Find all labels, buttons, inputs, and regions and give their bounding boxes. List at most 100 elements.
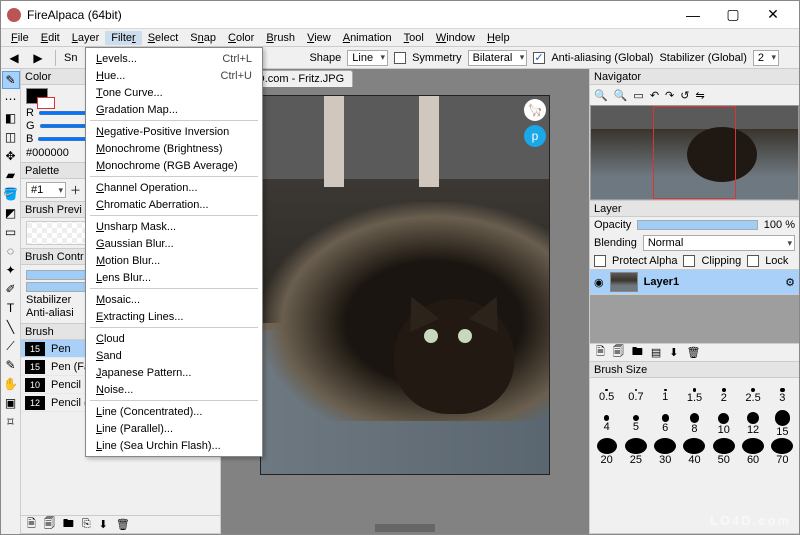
menu-snap[interactable]: Snap (184, 31, 222, 45)
menu-help[interactable]: Help (481, 31, 516, 45)
brush-size-cell[interactable]: 6 (651, 410, 680, 438)
filter-menu-item[interactable]: Chromatic Aberration... (86, 196, 262, 213)
brush-dup-icon[interactable]: 🗐 (44, 515, 55, 534)
hand-tool-icon[interactable]: ✋ (2, 375, 20, 393)
close-button[interactable]: ✕ (753, 1, 793, 29)
menu-window[interactable]: Window (430, 31, 481, 45)
menu-filter[interactable]: Filter (105, 31, 141, 45)
menu-view[interactable]: View (301, 31, 337, 45)
layer-delete-icon[interactable]: 🗑 (686, 346, 700, 359)
clipping-checkbox[interactable] (683, 255, 695, 267)
filter-menu-item[interactable]: Unsharp Mask... (86, 218, 262, 235)
brush-size-cell[interactable]: 0.5 (592, 382, 621, 410)
brush-new-icon[interactable]: 🗎 (27, 515, 36, 534)
menu-tool[interactable]: Tool (398, 31, 430, 45)
minimize-button[interactable]: — (673, 1, 713, 29)
menu-select[interactable]: Select (142, 31, 185, 45)
filter-menu-item[interactable]: Line (Concentrated)... (86, 403, 262, 420)
layer-visible-icon[interactable]: ◉ (594, 276, 604, 289)
blending-dropdown[interactable]: Normal (643, 235, 795, 251)
rotate-r-icon[interactable]: ↷ (665, 89, 674, 102)
filter-menu-item[interactable]: Channel Operation... (86, 179, 262, 196)
filter-menu-item[interactable]: Motion Blur... (86, 252, 262, 269)
maximize-button[interactable]: ▢ (713, 1, 753, 29)
brush-size-cell[interactable]: 10 (709, 410, 738, 438)
palette-select[interactable]: #1 (26, 182, 66, 198)
select-rect-tool-icon[interactable]: ▭ (2, 223, 20, 241)
brush-size-cell[interactable]: 20 (592, 438, 621, 466)
opacity-slider[interactable] (637, 220, 758, 230)
filter-menu-item[interactable]: Monochrome (Brightness) (86, 140, 262, 157)
gradient-tool-icon[interactable]: ◩ (2, 204, 20, 222)
layer-new-icon[interactable]: 🗎 (596, 343, 605, 362)
zoom-out-icon[interactable]: 🔍 (614, 89, 628, 102)
wand-tool-icon[interactable]: ✦ (2, 261, 20, 279)
brush-size-cell[interactable]: 40 (680, 438, 709, 466)
layer-dup-icon[interactable]: 🗐 (613, 343, 624, 362)
brush-size-cell[interactable]: 70 (768, 438, 797, 466)
filter-menu-item[interactable]: Mosaic... (86, 291, 262, 308)
brush-size-cell[interactable]: 1.5 (680, 382, 709, 410)
brush-size-cell[interactable]: 1 (651, 382, 680, 410)
brush-size-cell[interactable]: 2 (709, 382, 738, 410)
eraser-tool-icon[interactable]: ◧ (2, 109, 20, 127)
shape-dropdown[interactable]: Line (347, 50, 388, 66)
nav-back-icon[interactable]: ◀ (5, 49, 23, 67)
layer-merge-icon[interactable]: ▤ (651, 346, 661, 359)
stabilizer-dropdown[interactable]: 2 (753, 50, 779, 66)
layer-gear-icon[interactable]: ⚙ (785, 276, 795, 289)
divide-tool-icon[interactable]: ⌑ (2, 413, 20, 431)
menu-color[interactable]: Color (222, 31, 260, 45)
h-scrollbar[interactable] (375, 524, 435, 532)
menu-brush[interactable]: Brush (260, 31, 301, 45)
nav-fwd-icon[interactable]: ▶ (29, 49, 47, 67)
navigator-preview[interactable] (590, 105, 799, 200)
layer-item[interactable]: ◉ Layer1 ⚙ (590, 269, 799, 295)
text-tool-icon[interactable]: T (2, 299, 20, 317)
brush-size-cell[interactable]: 50 (709, 438, 738, 466)
menu-layer[interactable]: Layer (66, 31, 106, 45)
shapes-tool-icon[interactable]: ◫ (2, 128, 20, 146)
brush-size-cell[interactable]: 3 (768, 382, 797, 410)
filter-menu-item[interactable]: Line (Sea Urchin Flash)... (86, 437, 262, 454)
filter-menu-item[interactable]: Extracting Lines... (86, 308, 262, 325)
brush-tool-icon[interactable]: ✎ (2, 71, 20, 89)
filter-menu-item[interactable]: Lens Blur... (86, 269, 262, 286)
brush-size-cell[interactable]: 15 (768, 410, 797, 438)
filter-menu-item[interactable]: Levels...Ctrl+L (86, 50, 262, 67)
filter-menu-item[interactable]: Negative-Positive Inversion (86, 123, 262, 140)
filter-menu-item[interactable]: Japanese Pattern... (86, 364, 262, 381)
brush-size-cell[interactable]: 25 (621, 438, 650, 466)
filter-menu-item[interactable]: Gradation Map... (86, 101, 262, 118)
fg-color-swatch[interactable] (26, 88, 48, 104)
layer-down-icon[interactable]: ⬇ (669, 346, 678, 359)
filter-menu-item[interactable]: Hue...Ctrl+U (86, 67, 262, 84)
select-pen-tool-icon[interactable]: ✐ (2, 280, 20, 298)
brush-size-cell[interactable]: 5 (621, 410, 650, 438)
filter-menu-item[interactable]: Tone Curve... (86, 84, 262, 101)
zoom-fit-icon[interactable]: ▭ (633, 89, 643, 102)
menu-animation[interactable]: Animation (337, 31, 398, 45)
filter-menu-item[interactable]: Monochrome (RGB Average) (86, 157, 262, 174)
menu-file[interactable]: File (5, 31, 35, 45)
polyline-tool-icon[interactable]: ⟋ (2, 337, 20, 355)
brush-size-cell[interactable]: 2.5 (738, 382, 767, 410)
zoom-in-icon[interactable]: 🔍 (594, 89, 608, 102)
select-lasso-tool-icon[interactable]: ◌ (2, 242, 20, 260)
protect-alpha-checkbox[interactable] (594, 255, 606, 267)
brush-copy-icon[interactable]: ⎘ (82, 518, 91, 531)
filter-menu-item[interactable]: Noise... (86, 381, 262, 398)
brush-size-cell[interactable]: 30 (651, 438, 680, 466)
reset-rot-icon[interactable]: ↺ (680, 89, 689, 102)
fill-tool-icon[interactable]: ▰ (2, 166, 20, 184)
layer-folder-icon[interactable]: 🖿 (632, 343, 643, 362)
filter-menu-item[interactable]: Gaussian Blur... (86, 235, 262, 252)
palette-add-icon[interactable]: ＋ (70, 182, 81, 198)
brush-delete-icon[interactable]: 🗑 (116, 518, 130, 531)
filter-menu-item[interactable]: Sand (86, 347, 262, 364)
brush-size-cell[interactable]: 60 (738, 438, 767, 466)
symmetry-checkbox[interactable] (394, 52, 406, 64)
lock-checkbox[interactable] (747, 255, 759, 267)
canvas[interactable]: 🦙 p (260, 95, 550, 475)
bucket-tool-icon[interactable]: 🪣 (2, 185, 20, 203)
